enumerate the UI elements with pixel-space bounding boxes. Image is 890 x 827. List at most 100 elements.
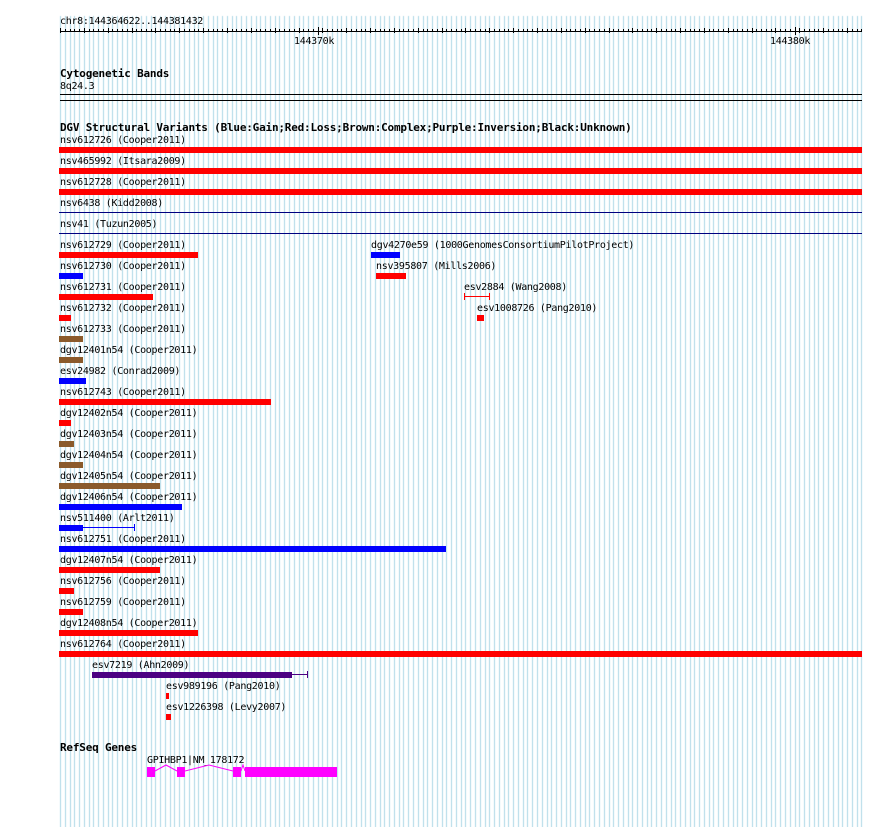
variant-bar-gain[interactable] xyxy=(59,525,83,531)
variant-label[interactable]: nsv41 (Tuzun2005) xyxy=(60,219,158,230)
ruler-tick xyxy=(289,29,290,32)
ruler-tick xyxy=(733,29,734,32)
variant-label[interactable]: nsv612743 (Cooper2011) xyxy=(60,387,186,398)
variant-bar-loss[interactable] xyxy=(376,273,406,279)
ruler-tick xyxy=(351,29,352,32)
variant-label[interactable]: dgv12408n54 (Cooper2011) xyxy=(60,618,198,629)
variant-bar-gain[interactable] xyxy=(59,504,182,510)
variant-line-unknown[interactable] xyxy=(59,233,862,234)
variant-bar-loss[interactable] xyxy=(59,189,862,195)
variant-label[interactable]: nsv612726 (Cooper2011) xyxy=(60,135,186,146)
variant-bar-loss[interactable] xyxy=(477,315,484,321)
ruler-tick xyxy=(561,28,562,33)
variant-bar-gain[interactable] xyxy=(59,378,86,384)
variant-label[interactable]: dgv12406n54 (Cooper2011) xyxy=(60,492,198,503)
variant-label[interactable]: nsv612733 (Cooper2011) xyxy=(60,324,186,335)
variant-label[interactable]: nsv612764 (Cooper2011) xyxy=(60,639,186,650)
ruler-tick xyxy=(446,29,447,32)
variant-bar-loss[interactable] xyxy=(166,693,169,699)
ruler-tick xyxy=(170,29,171,32)
variant-bar-loss[interactable] xyxy=(59,651,862,657)
variant-bar-gain[interactable] xyxy=(59,273,83,279)
ruler-tick xyxy=(785,29,786,32)
ruler-tick xyxy=(451,29,452,32)
ruler-tick xyxy=(566,29,567,32)
variant-bar-loss[interactable] xyxy=(166,714,171,720)
variant-bar-loss[interactable] xyxy=(59,147,862,153)
variant-label[interactable]: esv24982 (Conrad2009) xyxy=(60,366,180,377)
variant-bar-loss[interactable] xyxy=(59,567,160,573)
variant-line-unknown[interactable] xyxy=(59,212,862,213)
variant-line-inversion[interactable] xyxy=(292,674,307,675)
variant-label[interactable]: nsv511400 (Arlt2011) xyxy=(60,513,175,524)
variant-label[interactable]: nsv612729 (Cooper2011) xyxy=(60,240,186,251)
cytobands-track-title[interactable]: Cytogenetic Bands xyxy=(60,68,169,80)
variant-label[interactable]: dgv12407n54 (Cooper2011) xyxy=(60,555,198,566)
ruler-tick xyxy=(318,27,319,35)
variant-bar-loss[interactable] xyxy=(59,588,74,594)
variant-bar-gain[interactable] xyxy=(371,252,400,258)
ruler-tick xyxy=(861,29,862,32)
ruler-tick xyxy=(384,29,385,32)
variant-bar-complex[interactable] xyxy=(59,462,83,468)
variant-label[interactable]: nsv612732 (Cooper2011) xyxy=(60,303,186,314)
ruler-tick xyxy=(485,29,486,32)
variant-label[interactable]: nsv465992 (Itsara2009) xyxy=(60,156,186,167)
ruler-tick xyxy=(427,29,428,32)
variant-bar-complex[interactable] xyxy=(59,483,160,489)
location-label: chr8:144364622..144381432 xyxy=(60,16,204,27)
ruler-tick xyxy=(127,29,128,32)
variant-label[interactable]: nsv395807 (Mills2006) xyxy=(376,261,496,272)
variant-label[interactable]: nsv612730 (Cooper2011) xyxy=(60,261,186,272)
refseq-track-title[interactable]: RefSeq Genes xyxy=(60,742,137,754)
ruler-tick xyxy=(346,28,347,33)
variant-bar-loss[interactable] xyxy=(59,315,71,321)
ruler-tick xyxy=(322,28,323,33)
variant-line-gain[interactable] xyxy=(83,527,135,528)
variant-label[interactable]: esv989196 (Pang2010) xyxy=(166,681,281,692)
ruler-tick xyxy=(623,29,624,32)
ruler-tick xyxy=(65,29,66,32)
variant-label[interactable]: nsv612731 (Cooper2011) xyxy=(60,282,186,293)
ruler-label-144380k: 144380k xyxy=(770,36,811,47)
variant-bar-inversion[interactable] xyxy=(92,672,292,678)
variant-bar-complex[interactable] xyxy=(59,441,74,447)
variant-label[interactable]: dgv12404n54 (Cooper2011) xyxy=(60,450,198,461)
variant-bar-complex[interactable] xyxy=(59,357,83,363)
ruler-tick xyxy=(370,28,371,33)
variant-label[interactable]: dgv12403n54 (Cooper2011) xyxy=(60,429,198,440)
variant-bar-gain[interactable] xyxy=(59,546,446,552)
variant-label[interactable]: nsv6438 (Kidd2008) xyxy=(60,198,163,209)
variant-label[interactable]: dgv12401n54 (Cooper2011) xyxy=(60,345,198,356)
dgv-track-title[interactable]: DGV Structural Variants (Blue:Gain;Red:L… xyxy=(60,122,632,134)
variant-label[interactable]: dgv4270e59 (1000GenomesConsortiumPilotPr… xyxy=(371,240,634,251)
variant-bar-complex[interactable] xyxy=(59,336,83,342)
variant-label[interactable]: esv2884 (Wang2008) xyxy=(464,282,567,293)
variant-line-loss[interactable] xyxy=(464,296,490,297)
variant-label[interactable]: esv1226398 (Levy2007) xyxy=(166,702,286,713)
variant-bar-loss[interactable] xyxy=(59,609,83,615)
variant-bar-loss[interactable] xyxy=(59,630,198,636)
ruler-tick xyxy=(279,29,280,32)
variant-label[interactable]: nsv612759 (Cooper2011) xyxy=(60,597,186,608)
variant-bar-loss[interactable] xyxy=(59,420,71,426)
variant-bar-loss[interactable] xyxy=(59,252,198,258)
variant-label[interactable]: nsv612728 (Cooper2011) xyxy=(60,177,186,188)
ruler-tick xyxy=(194,29,195,32)
ruler-tick xyxy=(575,29,576,32)
ruler-tick xyxy=(494,29,495,32)
variant-label[interactable]: nsv612756 (Cooper2011) xyxy=(60,576,186,587)
variant-label[interactable]: dgv12405n54 (Cooper2011) xyxy=(60,471,198,482)
ruler-tick xyxy=(418,28,419,33)
ruler-tick xyxy=(661,29,662,32)
variant-label[interactable]: dgv12402n54 (Cooper2011) xyxy=(60,408,198,419)
variant-bar-loss[interactable] xyxy=(59,294,153,300)
variant-label[interactable]: esv7219 (Ahn2009) xyxy=(92,660,190,671)
gene-model-GPIHBP1[interactable] xyxy=(140,762,340,778)
variant-bar-loss[interactable] xyxy=(59,168,862,174)
ruler-tick xyxy=(842,29,843,32)
variant-label[interactable]: esv1008726 (Pang2010) xyxy=(477,303,597,314)
ruler-tick xyxy=(790,29,791,32)
variant-bar-loss[interactable] xyxy=(59,399,271,405)
variant-label[interactable]: nsv612751 (Cooper2011) xyxy=(60,534,186,545)
